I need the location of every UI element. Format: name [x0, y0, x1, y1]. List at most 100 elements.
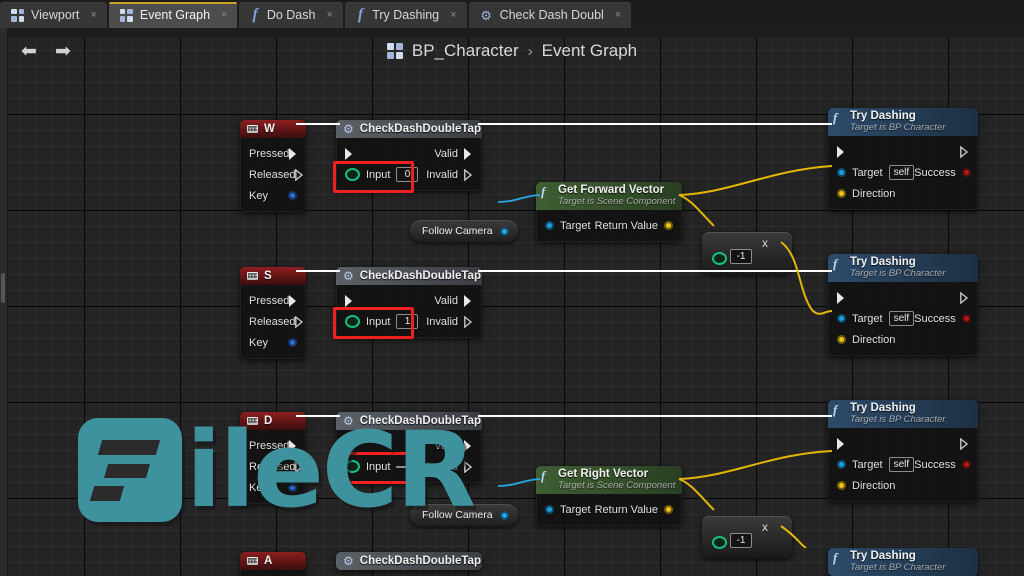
- exec-pin-in[interactable]: [345, 294, 354, 307]
- target-pin[interactable]: [837, 314, 846, 323]
- key-event-node-s[interactable]: S Pressed Released Key: [240, 267, 306, 359]
- tab-do-dash[interactable]: f Do Dash: [239, 2, 343, 28]
- direction-pin[interactable]: [837, 481, 846, 490]
- pin-row-direction[interactable]: Direction: [828, 475, 978, 496]
- get-right-vector-node[interactable]: f Get Right Vector Target is Scene Compo…: [536, 466, 682, 526]
- try-dashing-node-3[interactable]: f Try Dashing Target is BP Character Tar…: [828, 400, 978, 502]
- key-event-node-a[interactable]: A Pressed: [240, 552, 306, 576]
- pin-row-pressed[interactable]: Pressed: [240, 143, 306, 164]
- tab-viewport[interactable]: Viewport: [0, 2, 107, 28]
- multiply-input-pin[interactable]: [712, 252, 727, 265]
- pin-row-key[interactable]: Key: [240, 185, 306, 206]
- check-dash-double-tap-node-2[interactable]: ⚙ CheckDashDoubleTap Valid Input 1 Inval…: [336, 267, 482, 338]
- exec-pin-valid[interactable]: [464, 294, 473, 307]
- target-pin[interactable]: [837, 460, 846, 469]
- exec-pin-in[interactable]: [837, 145, 846, 158]
- exec-pin-in[interactable]: [837, 291, 846, 304]
- exec-pin-in[interactable]: [345, 147, 354, 160]
- exec-pin-out[interactable]: [960, 437, 969, 450]
- function-icon: f: [541, 184, 546, 199]
- multiply-node-2[interactable]: x -1: [702, 516, 792, 558]
- tab-close-icon[interactable]: [450, 10, 456, 21]
- exec-pin-valid[interactable]: [464, 147, 473, 160]
- exec-pin-in[interactable]: [837, 437, 846, 450]
- check-dash-double-tap-node-1[interactable]: ⚙ CheckDashDoubleTap Valid Input 0 Inval…: [336, 120, 482, 191]
- pin-row-exec[interactable]: [828, 287, 978, 308]
- exec-pin-hollow[interactable]: [295, 315, 304, 328]
- pin-row-exec[interactable]: [828, 433, 978, 454]
- tab-close-icon[interactable]: [90, 10, 96, 21]
- blueprint-icon: [386, 43, 403, 59]
- pin-row-exec-valid[interactable]: Valid: [336, 143, 482, 164]
- success-pin[interactable]: [961, 168, 971, 177]
- get-forward-vector-node[interactable]: f Get Forward Vector Target is Scene Com…: [536, 182, 682, 242]
- input-data-pin[interactable]: [345, 315, 360, 328]
- pin-row-target-success[interactable]: Target self Success: [828, 308, 978, 329]
- scrollbar-thumb[interactable]: [1, 273, 5, 303]
- input-value-field[interactable]: 1: [396, 314, 419, 329]
- multiply-input-pin[interactable]: [712, 536, 727, 549]
- target-pin[interactable]: [837, 168, 846, 177]
- pin-row-input-invalid[interactable]: Input 0 Invalid: [336, 164, 482, 185]
- try-dashing-node-4[interactable]: f Try Dashing Target is BP Character: [828, 548, 978, 576]
- pin-right-group: Success: [914, 459, 971, 471]
- key-data-pin[interactable]: [288, 191, 297, 200]
- return-value-pin[interactable]: [664, 221, 673, 230]
- pin-row-pressed[interactable]: Pressed: [240, 290, 306, 311]
- direction-pin[interactable]: [837, 335, 846, 344]
- return-value-pin[interactable]: [664, 505, 673, 514]
- pin-row-target-return[interactable]: Target Return Value: [536, 499, 682, 520]
- exec-pin-invalid[interactable]: [464, 315, 473, 328]
- graph-vertical-scrollbar[interactable]: [0, 28, 8, 576]
- try-dashing-node-2[interactable]: f Try Dashing Target is BP Character Tar…: [828, 254, 978, 356]
- key-data-pin[interactable]: [288, 338, 297, 347]
- pin-row-target-return[interactable]: Target Return Value: [536, 215, 682, 236]
- tab-try-dashing[interactable]: f Try Dashing: [344, 2, 467, 28]
- target-value-field[interactable]: self: [888, 457, 915, 472]
- function-icon: f: [833, 256, 838, 271]
- input-data-pin[interactable]: [345, 168, 360, 181]
- exec-pin-filled[interactable]: [289, 294, 298, 307]
- forward-button[interactable]: ➡: [46, 34, 80, 68]
- success-pin[interactable]: [961, 314, 971, 323]
- pin-row-released[interactable]: Released: [240, 164, 306, 185]
- check-dash-double-tap-node-4[interactable]: ⚙ CheckDashDoubleTap: [336, 552, 482, 570]
- object-out-pin[interactable]: [499, 510, 509, 520]
- breadcrumb-root[interactable]: BP_Character: [412, 41, 519, 61]
- target-pin[interactable]: [545, 505, 554, 514]
- pin-row-direction[interactable]: Direction: [828, 329, 978, 350]
- tab-event-graph[interactable]: Event Graph: [108, 2, 238, 28]
- multiply-value-field[interactable]: -1: [730, 533, 752, 548]
- tab-close-icon[interactable]: [615, 10, 621, 21]
- exec-pin-hollow[interactable]: [295, 168, 304, 181]
- follow-camera-variable-node-1[interactable]: Follow Camera: [410, 220, 518, 242]
- try-dashing-node-1[interactable]: f Try Dashing Target is BP Character Tar…: [828, 108, 978, 210]
- back-button[interactable]: ⬅: [12, 34, 46, 68]
- pin-row-exec-valid[interactable]: Valid: [336, 290, 482, 311]
- pin-row-key[interactable]: Key: [240, 332, 306, 353]
- tab-check-dash-double-tap[interactable]: Check Dash Doubl: [468, 2, 632, 28]
- pin-row-direction[interactable]: Direction: [828, 183, 978, 204]
- tab-close-icon[interactable]: [221, 10, 227, 21]
- direction-pin[interactable]: [837, 189, 846, 198]
- exec-pin-out[interactable]: [960, 145, 969, 158]
- breadcrumb-current[interactable]: Event Graph: [542, 41, 637, 61]
- exec-pin-out[interactable]: [960, 291, 969, 304]
- object-out-pin[interactable]: [499, 226, 509, 236]
- pin-row-exec[interactable]: [828, 141, 978, 162]
- target-pin[interactable]: [545, 221, 554, 230]
- success-pin[interactable]: [961, 460, 971, 469]
- target-value-field[interactable]: self: [888, 311, 915, 326]
- exec-pin-filled[interactable]: [289, 147, 298, 160]
- multiply-value-field[interactable]: -1: [730, 249, 752, 264]
- input-value-field[interactable]: 0: [396, 167, 419, 182]
- tab-close-icon[interactable]: [326, 10, 332, 21]
- pin-row-target-success[interactable]: Target self Success: [828, 162, 978, 183]
- key-event-node-w[interactable]: W Pressed Released Key: [240, 120, 306, 212]
- pin-row-input-invalid[interactable]: Input 1 Invalid: [336, 311, 482, 332]
- exec-pin-invalid[interactable]: [464, 168, 473, 181]
- pin-row-target-success[interactable]: Target self Success: [828, 454, 978, 475]
- target-value-field[interactable]: self: [888, 165, 915, 180]
- pin-row-released[interactable]: Released: [240, 311, 306, 332]
- multiply-node-1[interactable]: x -1: [702, 232, 792, 274]
